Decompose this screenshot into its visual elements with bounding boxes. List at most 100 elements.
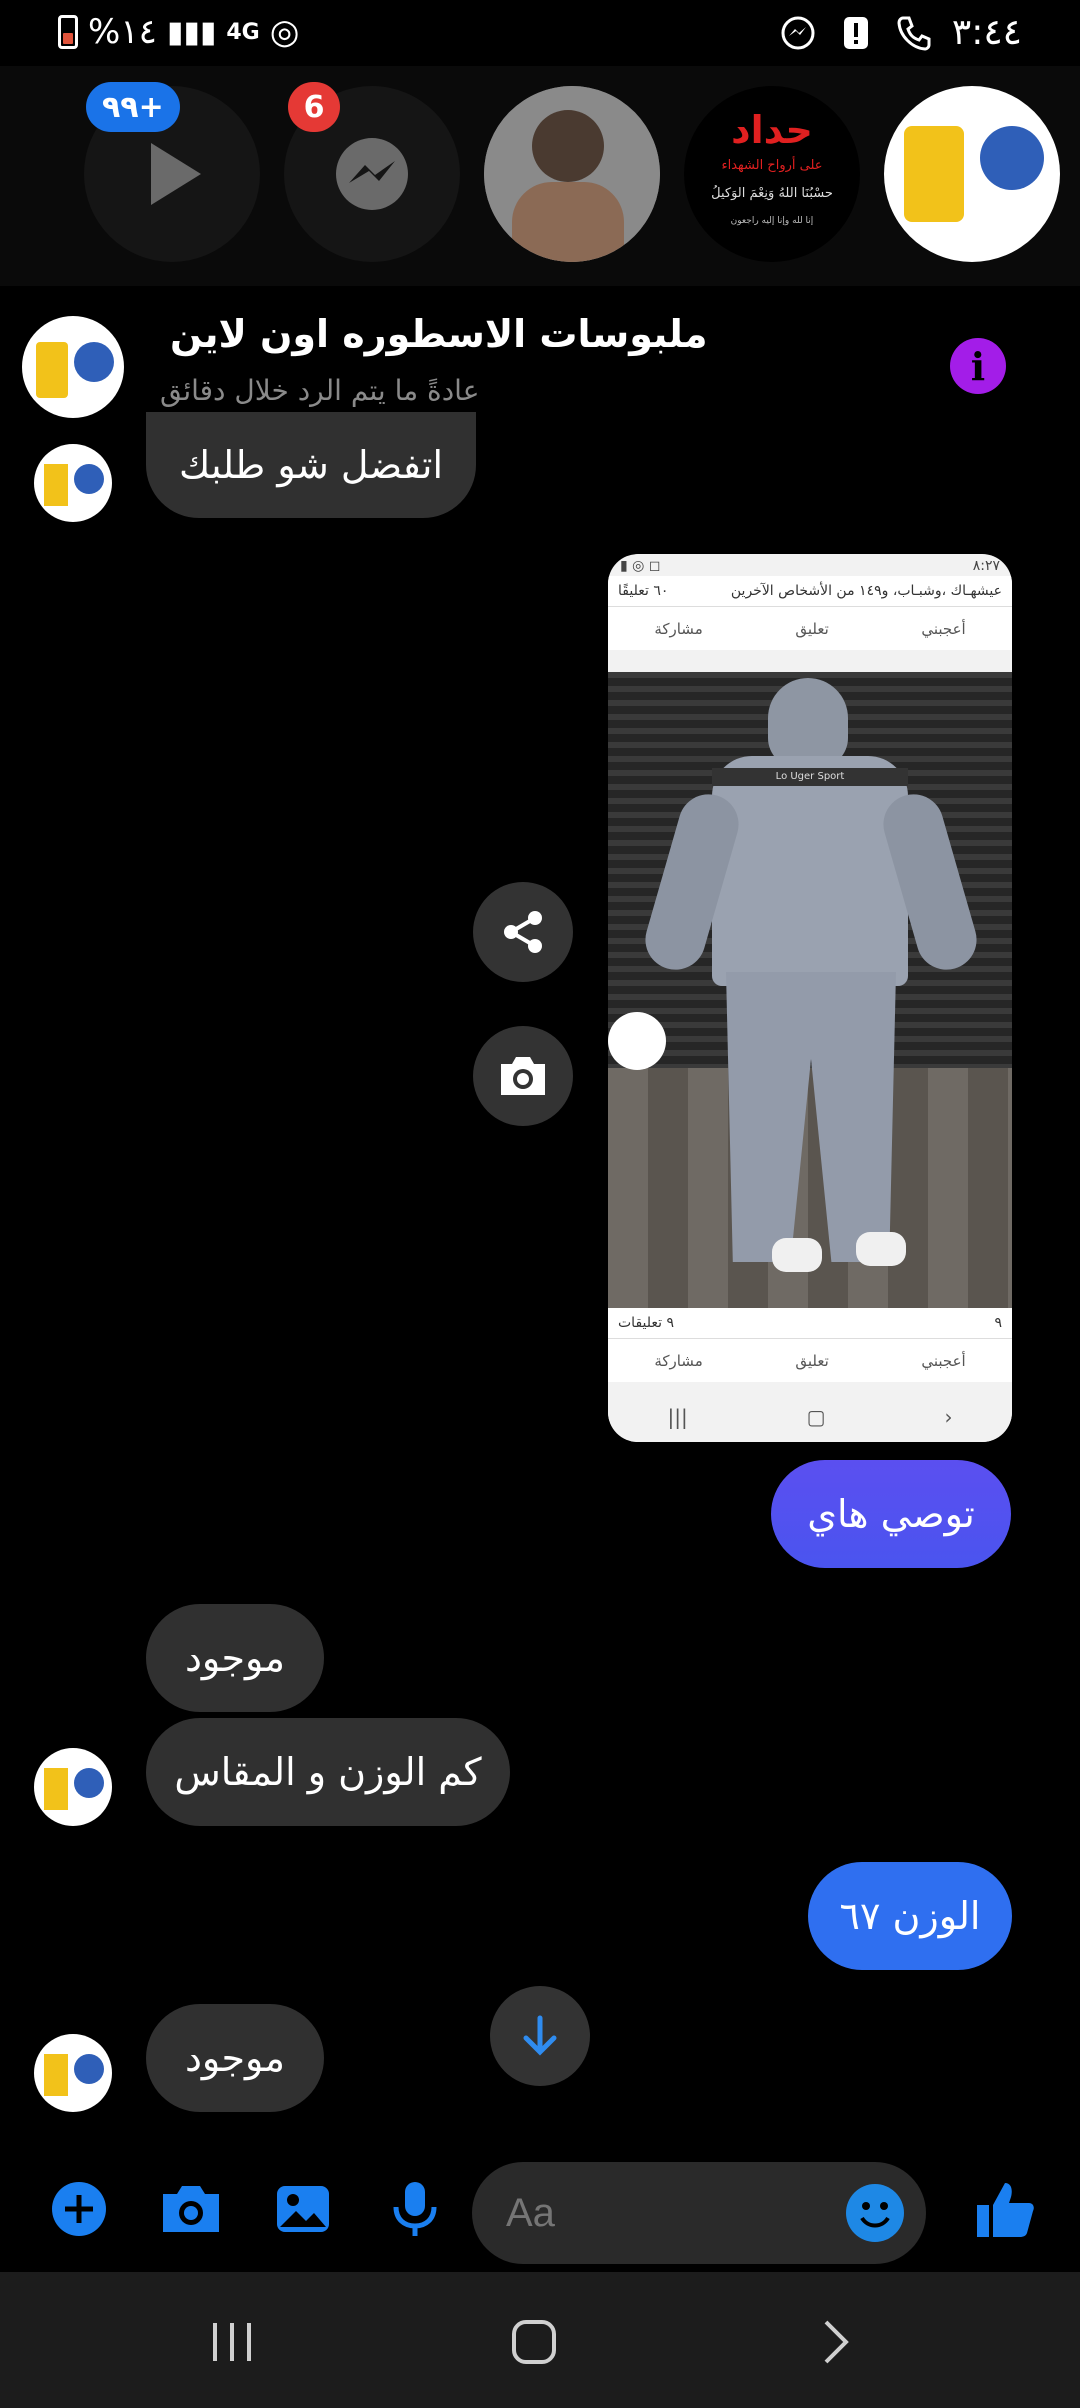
shot-comment-2: تعليق bbox=[795, 1351, 829, 1370]
plus-circle-icon bbox=[52, 2182, 106, 2236]
shot-share-2: مشاركة bbox=[654, 1351, 703, 1370]
person-body bbox=[512, 182, 624, 262]
watch-badge: ٩٩+ bbox=[86, 82, 180, 132]
shot-bottom-likes: ٩ bbox=[994, 1315, 1002, 1331]
scroll-to-bottom-button[interactable] bbox=[490, 1986, 590, 2086]
network-type: 4G bbox=[226, 19, 260, 45]
camera-button[interactable] bbox=[156, 2174, 226, 2244]
message-input[interactable] bbox=[506, 2184, 806, 2242]
message-incoming[interactable]: كم الوزن و المقاس bbox=[146, 1718, 510, 1826]
info-button[interactable]: i bbox=[950, 338, 1006, 394]
chat-panel: ملبوسات الاسطوره اون لاين عادةً ما يتم ا… bbox=[0, 286, 1080, 2270]
messenger-icon bbox=[336, 138, 408, 210]
thumbs-up-icon bbox=[977, 2183, 1034, 2237]
home-button[interactable] bbox=[494, 2312, 574, 2372]
hotspot-icon: ◎ bbox=[269, 12, 300, 52]
back-button[interactable] bbox=[796, 2312, 876, 2372]
composer-bar bbox=[0, 2146, 1080, 2270]
shared-image[interactable]: ▮ ◎ ◻ ٨:٢٧ عيشهـاك ،وشبـاب، و١٤٩ من الأش… bbox=[608, 554, 1012, 1442]
microphone-icon bbox=[393, 2182, 437, 2236]
sender-avatar-fig bbox=[44, 2054, 68, 2096]
mourning-line-3: إنا لله وإنا إليه راجعون bbox=[730, 216, 814, 226]
shot-model-jacket bbox=[712, 756, 908, 986]
signal-icon: ▮▮▮ bbox=[166, 14, 217, 50]
shot-like: أعجبني bbox=[921, 619, 966, 638]
contact-head-mourning[interactable]: حداد على أرواح الشهداء حسْبُنَا اللهُ وَ… bbox=[684, 86, 860, 262]
image-icon bbox=[277, 2186, 329, 2232]
page-avatar[interactable] bbox=[22, 316, 124, 418]
shot-brand-stripe: Lo Uger Sport bbox=[712, 768, 908, 786]
status-right: ٣:٤٤ bbox=[778, 12, 1022, 53]
shot-shoe-right bbox=[856, 1232, 906, 1266]
shot-share: مشاركة bbox=[654, 619, 703, 638]
message-incoming[interactable]: موجود bbox=[146, 2004, 324, 2112]
shot-nav-bar: ||| ▢ › bbox=[608, 1392, 1012, 1442]
battery-icon bbox=[58, 15, 78, 49]
avatar-right-circle bbox=[74, 342, 114, 382]
shot-bottom-summary: ٩ ٩ تعليقات bbox=[608, 1308, 1012, 1338]
gallery-button[interactable] bbox=[268, 2174, 338, 2244]
sender-avatar-dot bbox=[74, 1768, 104, 1798]
message-outgoing[interactable]: الوزن ٦٧ bbox=[808, 1862, 1012, 1970]
clock: ٣:٤٤ bbox=[951, 12, 1022, 53]
message-input-box[interactable] bbox=[472, 2162, 926, 2264]
message-incoming[interactable]: موجود bbox=[146, 1604, 324, 1712]
sender-avatar-dot bbox=[74, 2054, 104, 2084]
recent-apps-button[interactable] bbox=[192, 2312, 272, 2372]
mourning-line-1: على أرواح الشهداء bbox=[721, 158, 823, 173]
sender-avatar-fig bbox=[44, 464, 68, 506]
sender-avatar[interactable] bbox=[34, 1748, 112, 1826]
shot-product-photo: Lo Uger Sport bbox=[608, 672, 1012, 1308]
chat-title[interactable]: ملبوسات الاسطوره اون لاين bbox=[170, 312, 708, 356]
share-button[interactable] bbox=[473, 882, 573, 982]
shot-bottom-comments: ٩ تعليقات bbox=[618, 1315, 675, 1331]
arrow-down-icon bbox=[523, 2015, 557, 2056]
alert-icon bbox=[836, 13, 876, 53]
person-silhouette bbox=[532, 110, 604, 182]
avatar-left-figure bbox=[36, 342, 68, 398]
voice-button[interactable] bbox=[380, 2174, 450, 2244]
mourning-title: حداد bbox=[731, 108, 813, 152]
shot-comments-count: ٦٠ تعليقًا bbox=[618, 583, 669, 599]
shot-comment: تعليق bbox=[795, 619, 829, 638]
store-photo-left bbox=[904, 126, 964, 222]
shot-nav-home: ▢ bbox=[806, 1405, 826, 1429]
status-bar: %١٤ ▮▮▮ 4G ◎ ٣:٤٤ bbox=[0, 0, 1080, 66]
like-send-button[interactable] bbox=[970, 2174, 1040, 2244]
store-photo-right bbox=[980, 126, 1044, 190]
shot-actions-bottom: أعجبني تعليق مشاركة bbox=[608, 1338, 1012, 1382]
shot-nav-back: › bbox=[944, 1405, 953, 1429]
share-icon bbox=[504, 911, 542, 953]
messenger-badge: 6 bbox=[288, 82, 340, 132]
shot-floor bbox=[608, 1068, 1012, 1308]
sender-avatar[interactable] bbox=[34, 444, 112, 522]
sender-avatar-dot bbox=[74, 464, 104, 494]
play-icon bbox=[151, 143, 201, 205]
sender-avatar-fig bbox=[44, 1768, 68, 1810]
smiley-icon bbox=[860, 2202, 890, 2228]
shot-status-bar: ▮ ◎ ◻ ٨:٢٧ bbox=[608, 554, 1012, 576]
shot-page-avatar bbox=[608, 1012, 666, 1070]
message-outgoing[interactable]: توصي هاي bbox=[771, 1460, 1011, 1568]
mourning-line-2: حسْبُنَا اللهُ وَنِعْمَ الوَكيلُ bbox=[711, 186, 833, 201]
sender-avatar[interactable] bbox=[34, 2034, 112, 2112]
message-incoming[interactable]: اتفضل شو طلبك bbox=[146, 412, 476, 518]
phone-call-icon bbox=[894, 13, 934, 53]
shot-actions-top: أعجبني تعليق مشاركة bbox=[608, 606, 1012, 650]
contact-head-person[interactable] bbox=[484, 86, 660, 262]
shot-status-time: ٨:٢٧ bbox=[972, 558, 1000, 574]
contact-head-store[interactable] bbox=[884, 86, 1060, 262]
recents-icon bbox=[213, 2323, 251, 2361]
camera-reply-button[interactable] bbox=[473, 1026, 573, 1126]
back-chevron-icon bbox=[824, 2320, 849, 2364]
emoji-button[interactable] bbox=[846, 2184, 904, 2242]
shot-shoe-left bbox=[772, 1238, 822, 1272]
system-navigation-bar bbox=[0, 2272, 1080, 2408]
shot-model-head bbox=[768, 678, 848, 768]
shot-like-2: أعجبني bbox=[921, 1351, 966, 1370]
messenger-notification-icon bbox=[778, 13, 818, 53]
camera-icon bbox=[501, 1057, 545, 1095]
camera-icon bbox=[163, 2186, 219, 2232]
shot-reactions-text: عيشهـاك ،وشبـاب، و١٤٩ من الأشخاص الآخرين bbox=[730, 583, 1002, 599]
more-actions-button[interactable] bbox=[44, 2174, 114, 2244]
